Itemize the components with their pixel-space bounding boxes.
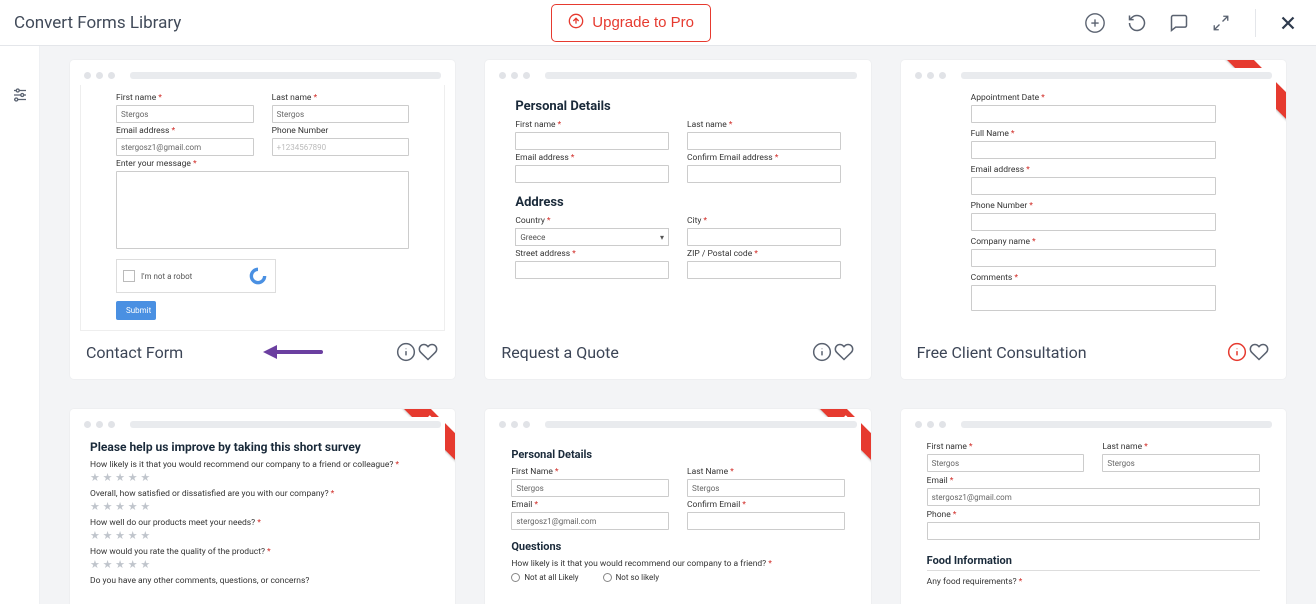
- upgrade-icon: [568, 13, 584, 33]
- template-gallery: First name*Stergos Last name*Stergos Ema…: [40, 46, 1316, 604]
- add-button[interactable]: [1081, 9, 1109, 37]
- template-card-food-info[interactable]: First name*Stergos Last name*Stergos Ema…: [901, 409, 1286, 604]
- refresh-button[interactable]: [1123, 9, 1151, 37]
- card-preview: Personal Details First Name*Stergos Last…: [495, 417, 860, 604]
- template-card-consultation[interactable]: PRO Appointment Date* Full Name* Email a…: [901, 60, 1286, 379]
- close-button[interactable]: [1274, 9, 1302, 37]
- card-title: Free Client Consultation: [917, 343, 1087, 362]
- template-card-personal-questions[interactable]: PRO Personal Details First Name*Stergos …: [485, 409, 870, 604]
- filters-button[interactable]: [9, 84, 31, 106]
- template-card-contact-form[interactable]: First name*Stergos Last name*Stergos Ema…: [70, 60, 455, 379]
- card-title: Request a Quote: [501, 343, 619, 362]
- favorite-icon[interactable]: [417, 341, 439, 363]
- info-icon[interactable]: [811, 341, 833, 363]
- card-preview: First name*Stergos Last name*Stergos Ema…: [911, 417, 1276, 604]
- app-title: Convert Forms Library: [14, 13, 181, 33]
- card-preview: Please help us improve by taking this sh…: [80, 417, 445, 604]
- info-icon[interactable]: [1226, 341, 1248, 363]
- sidebar: [0, 46, 40, 604]
- template-card-request-quote[interactable]: Personal Details First name* Last name* …: [485, 60, 870, 379]
- favorite-icon[interactable]: [1248, 341, 1270, 363]
- card-preview: First name*Stergos Last name*Stergos Ema…: [80, 68, 445, 331]
- chat-button[interactable]: [1165, 9, 1193, 37]
- expand-button[interactable]: [1207, 9, 1235, 37]
- favorite-icon[interactable]: [833, 341, 855, 363]
- card-preview: Personal Details First name* Last name* …: [495, 68, 860, 331]
- divider: [1255, 9, 1256, 37]
- template-card-survey[interactable]: PRO Please help us improve by taking thi…: [70, 409, 455, 604]
- app-header: Convert Forms Library Upgrade to Pro: [0, 0, 1316, 46]
- card-title: Contact Form: [86, 343, 183, 362]
- card-preview: Appointment Date* Full Name* Email addre…: [911, 68, 1276, 331]
- upgrade-label: Upgrade to Pro: [592, 14, 694, 31]
- info-icon[interactable]: [395, 341, 417, 363]
- upgrade-to-pro-button[interactable]: Upgrade to Pro: [551, 4, 711, 42]
